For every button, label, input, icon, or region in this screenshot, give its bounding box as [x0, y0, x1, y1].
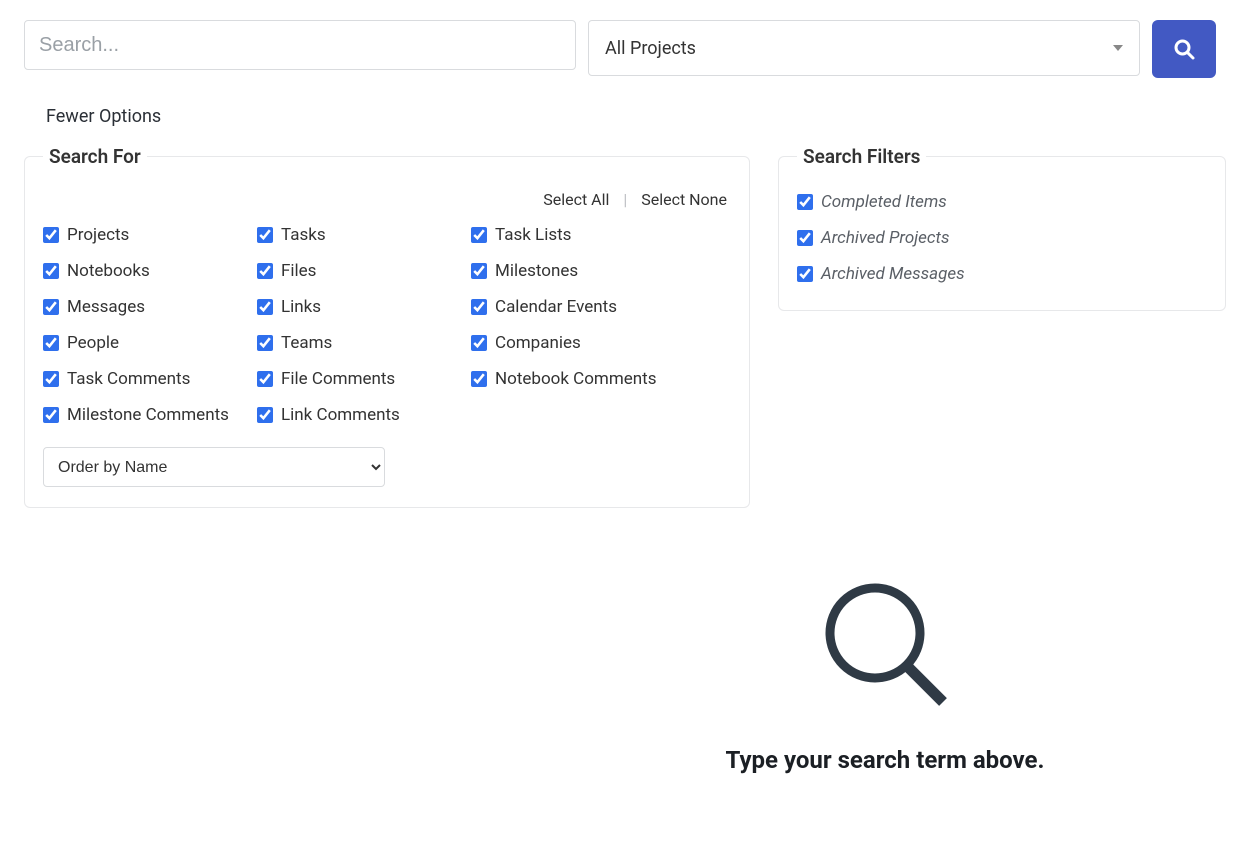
- search-icon: [1172, 37, 1196, 61]
- project-selector[interactable]: All Projects: [588, 20, 1140, 76]
- filter-label-archived-projects[interactable]: Archived Projects: [821, 228, 949, 248]
- checkbox-task-comments[interactable]: [43, 371, 59, 387]
- filter-label-archived-messages[interactable]: Archived Messages: [821, 264, 965, 284]
- select-none-link[interactable]: Select None: [641, 190, 727, 209]
- label-task-lists[interactable]: Task Lists: [495, 225, 571, 245]
- label-messages[interactable]: Messages: [67, 297, 145, 317]
- search-button[interactable]: [1152, 20, 1216, 78]
- label-companies[interactable]: Companies: [495, 333, 581, 353]
- project-selector-label: All Projects: [605, 38, 696, 59]
- checkbox-links[interactable]: [257, 299, 273, 315]
- search-for-item-files: Files: [257, 261, 471, 281]
- search-for-item-notebook-comments: Notebook Comments: [471, 369, 731, 389]
- filter-checkbox-completed-items[interactable]: [797, 194, 813, 210]
- checkbox-task-lists[interactable]: [471, 227, 487, 243]
- search-for-item-companies: Companies: [471, 333, 731, 353]
- label-teams[interactable]: Teams: [281, 333, 332, 353]
- search-for-item-milestones: Milestones: [471, 261, 731, 281]
- label-notebooks[interactable]: Notebooks: [67, 261, 150, 281]
- search-for-item-links: Links: [257, 297, 471, 317]
- large-search-icon: [815, 578, 955, 718]
- search-for-item-tasks: Tasks: [257, 225, 471, 245]
- filter-label-completed-items[interactable]: Completed Items: [821, 192, 947, 212]
- label-link-comments[interactable]: Link Comments: [281, 405, 400, 425]
- search-for-item-link-comments: Link Comments: [257, 405, 471, 425]
- label-people[interactable]: People: [67, 333, 119, 353]
- search-input[interactable]: [24, 20, 576, 70]
- label-notebook-comments[interactable]: Notebook Comments: [495, 369, 656, 389]
- order-by-select[interactable]: Order by Name: [43, 447, 385, 487]
- checkbox-notebook-comments[interactable]: [471, 371, 487, 387]
- empty-message: Type your search term above.: [726, 746, 1045, 774]
- search-for-item-notebooks: Notebooks: [43, 261, 257, 281]
- search-for-panel: Search For Select All | Select None Proj…: [24, 145, 750, 508]
- checkbox-tasks[interactable]: [257, 227, 273, 243]
- checkbox-calendar-events[interactable]: [471, 299, 487, 315]
- filter-checkbox-archived-messages[interactable]: [797, 266, 813, 282]
- search-for-item-people: People: [43, 333, 257, 353]
- label-file-comments[interactable]: File Comments: [281, 369, 395, 389]
- search-for-item-projects: Projects: [43, 225, 257, 245]
- label-tasks[interactable]: Tasks: [281, 225, 326, 245]
- label-calendar-events[interactable]: Calendar Events: [495, 297, 617, 317]
- label-milestones[interactable]: Milestones: [495, 261, 578, 281]
- search-bar-row: All Projects: [24, 20, 1226, 78]
- empty-state: Type your search term above.: [544, 578, 1226, 774]
- filter-item-archived-messages: Archived Messages: [797, 264, 1207, 284]
- search-for-item-calendar-events: Calendar Events: [471, 297, 731, 317]
- checkbox-teams[interactable]: [257, 335, 273, 351]
- label-links[interactable]: Links: [281, 297, 321, 317]
- checkbox-file-comments[interactable]: [257, 371, 273, 387]
- fewer-options-toggle[interactable]: Fewer Options: [46, 106, 161, 127]
- label-task-comments[interactable]: Task Comments: [67, 369, 190, 389]
- label-projects[interactable]: Projects: [67, 225, 129, 245]
- checkbox-link-comments[interactable]: [257, 407, 273, 423]
- checkbox-messages[interactable]: [43, 299, 59, 315]
- search-for-item-milestone-comments: Milestone Comments: [43, 405, 257, 425]
- search-for-item-task-lists: Task Lists: [471, 225, 731, 245]
- search-for-item-teams: Teams: [257, 333, 471, 353]
- checkbox-milestones[interactable]: [471, 263, 487, 279]
- search-filters-panel: Search Filters Completed Items Archived P…: [778, 145, 1226, 311]
- filter-item-completed-items: Completed Items: [797, 192, 1207, 212]
- label-milestone-comments[interactable]: Milestone Comments: [67, 405, 229, 425]
- checkbox-notebooks[interactable]: [43, 263, 59, 279]
- filter-checkbox-archived-projects[interactable]: [797, 230, 813, 246]
- select-all-link[interactable]: Select All: [543, 190, 609, 209]
- search-for-item-messages: Messages: [43, 297, 257, 317]
- checkbox-milestone-comments[interactable]: [43, 407, 59, 423]
- checkbox-files[interactable]: [257, 263, 273, 279]
- checkbox-projects[interactable]: [43, 227, 59, 243]
- search-for-legend: Search For: [43, 145, 147, 168]
- separator: |: [613, 190, 637, 209]
- checkbox-people[interactable]: [43, 335, 59, 351]
- filter-item-archived-projects: Archived Projects: [797, 228, 1207, 248]
- chevron-down-icon: [1113, 45, 1123, 51]
- search-for-item-file-comments: File Comments: [257, 369, 471, 389]
- search-filters-legend: Search Filters: [797, 145, 926, 168]
- search-for-item-task-comments: Task Comments: [43, 369, 257, 389]
- checkbox-companies[interactable]: [471, 335, 487, 351]
- label-files[interactable]: Files: [281, 261, 316, 281]
